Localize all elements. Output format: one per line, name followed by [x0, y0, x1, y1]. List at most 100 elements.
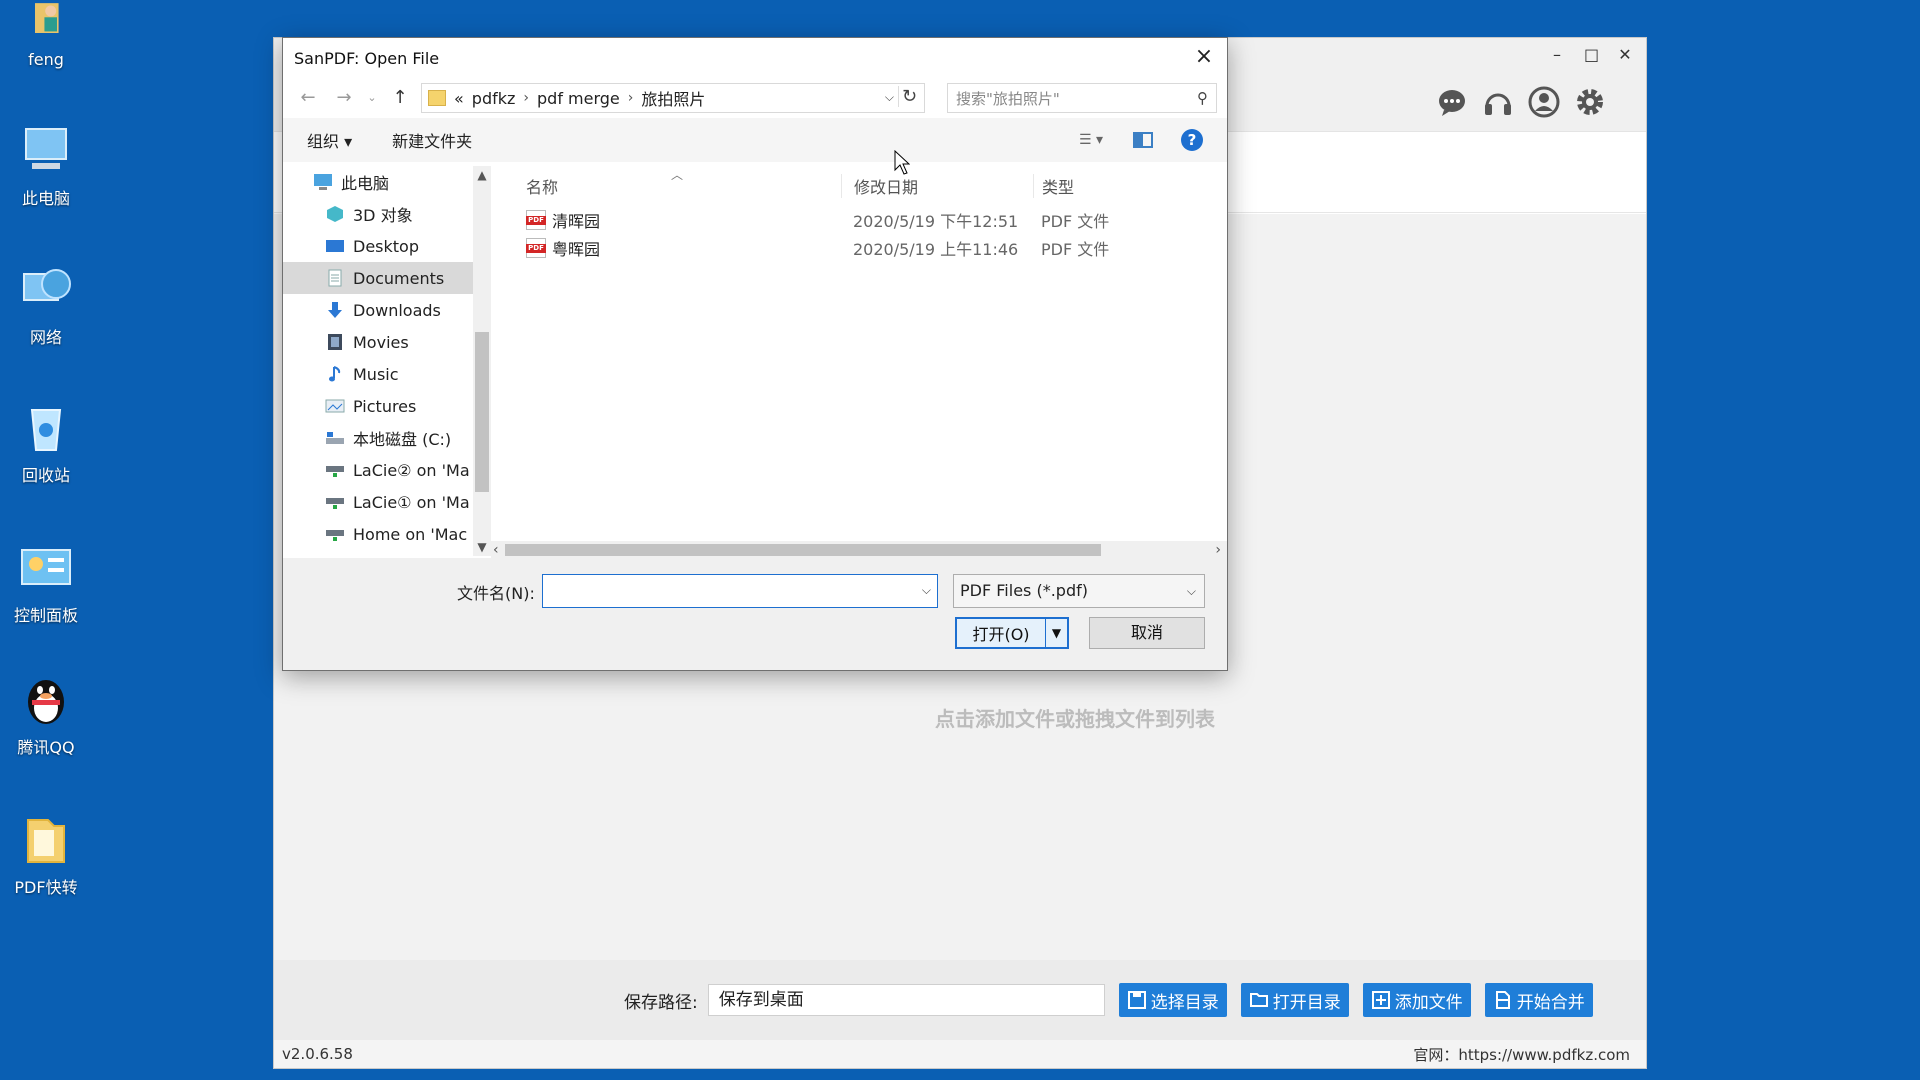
dialog-close-icon[interactable]: × — [1193, 46, 1215, 69]
add-file-button[interactable]: 添加文件 — [1362, 983, 1471, 1017]
desktop-icon-network[interactable]: 网络 — [0, 262, 92, 348]
control-panel-icon — [21, 549, 71, 585]
scroll-right-icon[interactable]: › — [1215, 541, 1221, 559]
drop-hint-text: 点击添加文件或拖拽文件到列表 — [935, 707, 1215, 731]
nav-item-documents[interactable]: Documents — [283, 262, 473, 294]
nav-item-label: Downloads — [353, 300, 441, 320]
file-type: PDF 文件 — [1041, 212, 1110, 231]
navigation-scrollbar[interactable]: ▲ ▼ — [473, 166, 491, 556]
column-header-date[interactable]: 修改日期 — [841, 174, 1033, 198]
chevron-down-icon[interactable]: ⌵ — [922, 583, 931, 598]
address-bar[interactable]: « pdfkz › pdf merge › 旅拍照片 ⌵ ↻ — [421, 83, 925, 113]
file-row[interactable]: 清晖园 2020/5/19 下午12:51 PDF 文件 — [491, 206, 1227, 234]
3d-objects-icon — [327, 206, 343, 222]
cancel-button[interactable]: 取消 — [1089, 617, 1205, 649]
desktop-icon-control-panel[interactable]: 控制面板 — [0, 540, 92, 626]
add-file-label: 添加文件 — [1394, 992, 1463, 1013]
desktop-icon — [326, 240, 344, 252]
filetype-select[interactable]: PDF Files (*.pdf) ⌵ — [953, 574, 1205, 608]
close-icon[interactable]: ✕ — [1618, 47, 1632, 63]
computer-icon — [25, 128, 67, 169]
column-header-name[interactable]: 名称 — [491, 174, 841, 198]
file-date: 2020/5/19 下午12:51 — [853, 212, 1019, 231]
scroll-thumb[interactable] — [505, 544, 1101, 556]
nav-item-this-pc[interactable]: 此电脑 — [283, 166, 473, 198]
back-arrow-icon[interactable]: ← — [293, 83, 323, 113]
open-button-label: 打开(O) — [972, 625, 1030, 644]
nav-item-lacie-1[interactable]: LaCie① on 'Ma — [283, 486, 473, 518]
open-button[interactable]: 打开(O) ▼ — [955, 617, 1069, 649]
nav-item-label: 此电脑 — [341, 174, 390, 193]
help-icon[interactable]: ? — [1181, 129, 1203, 151]
file-date: 2020/5/19 上午11:46 — [853, 240, 1019, 259]
desktop-icon-recycle-bin[interactable]: 回收站 — [0, 400, 92, 486]
nav-item-movies[interactable]: Movies — [283, 326, 473, 358]
filetype-value: PDF Files (*.pdf) — [960, 581, 1088, 600]
breadcrumb-item[interactable]: 旅拍照片 — [641, 86, 705, 110]
address-dropdown-icon[interactable]: ⌵ — [885, 90, 894, 105]
new-folder-button[interactable]: 新建文件夹 — [392, 128, 472, 152]
nav-item-music[interactable]: Music — [283, 358, 473, 390]
up-arrow-icon[interactable]: ↑ — [385, 83, 415, 113]
folder-open-icon — [1249, 993, 1268, 1007]
start-merge-button[interactable]: 开始合并 — [1484, 983, 1593, 1017]
view-options-icon[interactable]: ☰ ▾ — [1079, 132, 1103, 148]
organize-menu-button[interactable]: 组织 ▾ — [307, 128, 352, 152]
column-header-type[interactable]: 类型 — [1033, 174, 1227, 198]
nav-item-label: Desktop — [353, 236, 419, 256]
breadcrumb-item[interactable]: pdf merge — [537, 89, 620, 108]
headphones-icon[interactable] — [1482, 86, 1514, 118]
desktop-icon-qq[interactable]: 腾讯QQ — [0, 672, 92, 758]
open-file-dialog: SanPDF: Open File × ← → ⌄ ↑ « pdfkz › pd… — [282, 37, 1228, 671]
recent-locations-chevron-icon[interactable]: ⌄ — [365, 83, 379, 113]
file-list-horizontal-scrollbar[interactable]: ‹ › — [491, 541, 1227, 559]
open-directory-button[interactable]: 打开目录 — [1240, 983, 1349, 1017]
desktop-icon-feng[interactable]: feng — [0, 0, 92, 69]
forward-arrow-icon[interactable]: → — [329, 83, 359, 113]
breadcrumb-overflow[interactable]: « — [454, 89, 464, 108]
file-row[interactable]: 粤晖园 2020/5/19 上午11:46 PDF 文件 — [491, 234, 1227, 262]
nav-item-label: LaCie② on 'Ma — [353, 460, 470, 480]
breadcrumb-separator-icon[interactable]: › — [628, 90, 634, 106]
music-icon — [329, 366, 341, 382]
nav-item-pictures[interactable]: Pictures — [283, 390, 473, 422]
scroll-thumb[interactable] — [475, 332, 489, 492]
scroll-down-icon[interactable]: ▼ — [473, 540, 491, 554]
pdf-file-icon — [526, 238, 546, 258]
preview-pane-icon[interactable] — [1133, 132, 1153, 148]
nav-item-local-disk-c[interactable]: 本地磁盘 (C:) — [283, 422, 473, 454]
open-split-dropdown-icon[interactable]: ▼ — [1045, 619, 1067, 647]
nav-item-lacie-2[interactable]: LaCie② on 'Ma — [283, 454, 473, 486]
refresh-icon[interactable]: ↻ — [898, 86, 920, 107]
filename-input[interactable]: ⌵ — [542, 574, 938, 608]
file-list: ︿ 名称 修改日期 类型 清晖园 2020/5/19 下午12:51 PDF 文… — [491, 166, 1227, 556]
movies-icon — [328, 334, 342, 350]
search-input[interactable]: 搜索"旅拍照片" ⚲ — [947, 83, 1217, 113]
settings-gear-icon[interactable] — [1574, 86, 1606, 118]
chat-icon[interactable] — [1436, 86, 1468, 118]
nav-item-3d-objects[interactable]: 3D 对象 — [283, 198, 473, 230]
scroll-left-icon[interactable]: ‹ — [493, 541, 499, 559]
desktop-icon-label: 回收站 — [21, 466, 70, 485]
maximize-icon[interactable]: □ — [1584, 47, 1599, 63]
save-path-input[interactable]: 保存到桌面 — [707, 984, 1105, 1016]
mouse-cursor-icon — [894, 150, 910, 175]
desktop-icon-pdf-kuaizhuan[interactable]: PDF快转 — [0, 812, 92, 898]
chevron-down-icon: ⌵ — [1186, 584, 1196, 598]
file-name: 粤晖园 — [552, 240, 601, 259]
filename-label: 文件名(N): — [457, 584, 535, 603]
nav-item-label: Home on 'Mac — [353, 524, 468, 544]
desktop-icon-computer[interactable]: 此电脑 — [0, 123, 92, 209]
choose-directory-button[interactable]: 选择目录 — [1118, 983, 1227, 1017]
user-account-icon[interactable] — [1528, 86, 1560, 118]
breadcrumb-item[interactable]: pdfkz — [472, 89, 516, 108]
website-link[interactable]: 官网：https://www.pdfkz.com — [1413, 1044, 1630, 1065]
nav-item-downloads[interactable]: Downloads — [283, 294, 473, 326]
nav-item-home-on-mac[interactable]: Home on 'Mac — [283, 518, 473, 550]
nav-item-desktop[interactable]: Desktop — [283, 230, 473, 262]
breadcrumb-separator-icon[interactable]: › — [523, 90, 529, 106]
minimize-icon[interactable]: – — [1550, 47, 1564, 63]
network-drive-icon — [326, 530, 344, 541]
scroll-up-icon[interactable]: ▲ — [473, 168, 491, 182]
desktop-icon-label: 控制面板 — [13, 606, 78, 625]
